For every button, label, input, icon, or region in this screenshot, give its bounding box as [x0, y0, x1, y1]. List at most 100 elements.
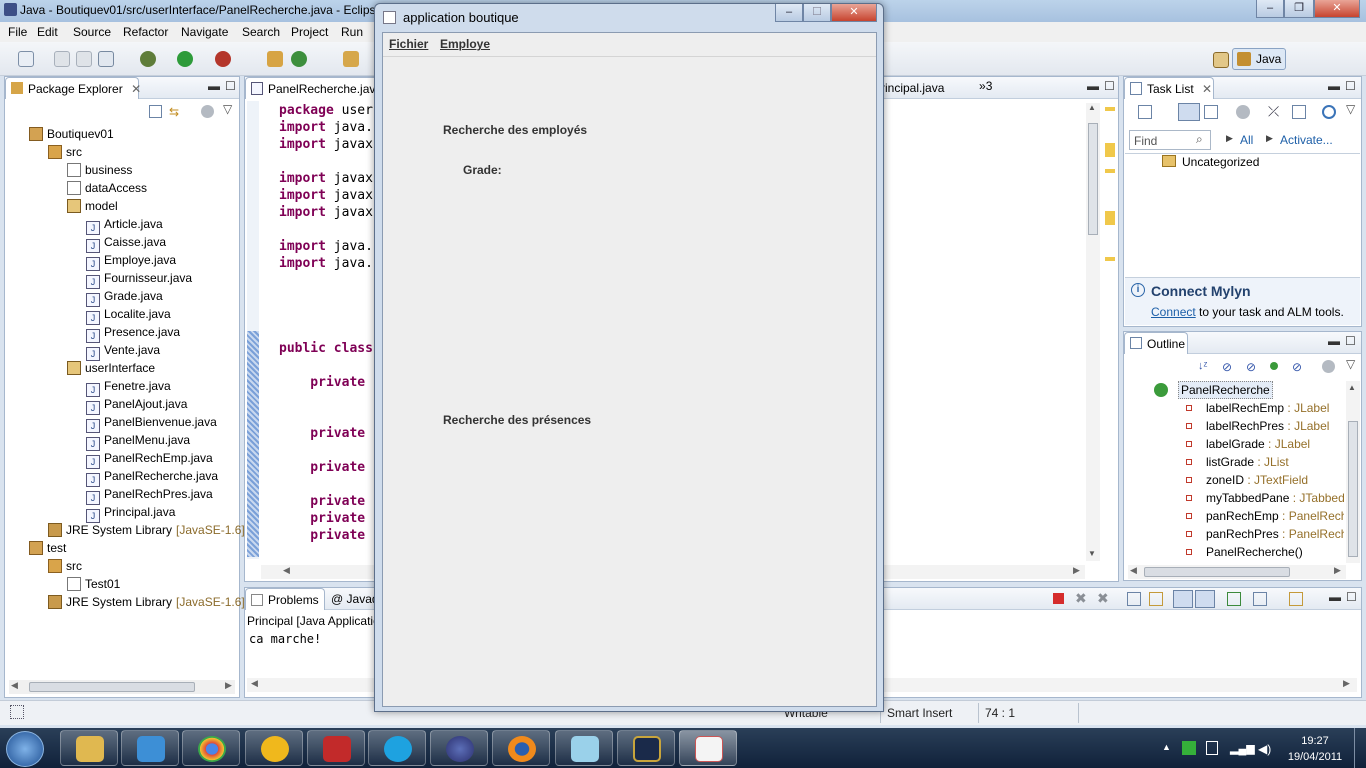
collapse-all-icon[interactable] [1292, 105, 1306, 119]
minimize-view-icon[interactable]: ▬ [208, 79, 220, 93]
tree-item[interactable]: J PanelBienvenue.java [5, 413, 237, 433]
volume-icon[interactable]: ◀) [1258, 742, 1271, 756]
tree-item[interactable]: J PanelRecherche.java [5, 467, 237, 487]
minimize-view-icon[interactable]: ▬ [1328, 334, 1340, 348]
tree-item[interactable]: J Article.java [5, 215, 237, 235]
taskbar-java-app[interactable] [679, 730, 737, 766]
new-class-icon[interactable] [291, 51, 307, 67]
horizontal-scrollbar[interactable]: ◀ ▶ [9, 680, 235, 694]
outline-member[interactable]: labelRechPres : JLabel [1174, 417, 1344, 435]
outline-horizontal-scrollbar[interactable]: ◀ ▶ [1128, 565, 1346, 579]
task-find-field[interactable]: Find ⌕ [1129, 130, 1211, 150]
tree-item[interactable]: J PanelMenu.java [5, 431, 237, 451]
tab-problems[interactable]: Problems [245, 588, 325, 610]
scroll-lock-icon[interactable] [1149, 592, 1163, 606]
new-icon[interactable] [18, 51, 34, 67]
tree-item[interactable]: model [5, 197, 237, 215]
synchronize-icon[interactable] [1322, 105, 1336, 119]
tree-item[interactable]: J Fournisseur.java [5, 269, 237, 289]
taskbar-media-player[interactable] [121, 730, 179, 766]
menu-edit[interactable]: Edit [37, 25, 58, 39]
maximize-view-icon[interactable]: ☐ [225, 79, 236, 93]
clock-date[interactable]: 19/04/2011 [1280, 751, 1350, 763]
tab-outline[interactable]: Outline [1124, 332, 1188, 354]
network-icon[interactable]: ▂▄▆ [1230, 742, 1255, 755]
remove-all-launches-icon[interactable]: ✖ [1097, 590, 1109, 607]
run-icon[interactable] [177, 51, 193, 67]
tab-principal[interactable]: rincipal.java [881, 81, 944, 95]
tree-item[interactable]: J Fenetre.java [5, 377, 237, 397]
close-tab-icon[interactable]: ✕ [1202, 82, 1212, 96]
scrollbar-thumb[interactable] [1348, 421, 1358, 557]
tree-item[interactable]: J Employe.java [5, 251, 237, 271]
menu-fichier[interactable]: Fichier [389, 37, 428, 51]
tree-item[interactable]: business [5, 161, 237, 179]
tree-item[interactable]: Boutiquev01 [5, 125, 237, 143]
view-menu-filters-icon[interactable] [201, 105, 214, 118]
more-tabs-button[interactable]: »3 [979, 79, 992, 93]
vertical-scrollbar[interactable]: ▲ ▼ [1086, 103, 1100, 561]
tree-item[interactable]: J Localite.java [5, 305, 237, 325]
outline-member[interactable]: panRechEmp : PanelRechE [1174, 507, 1344, 525]
tab-task-list[interactable]: Task List ✕ [1124, 77, 1214, 99]
minimize-editor-icon[interactable]: ▬ [1087, 79, 1099, 93]
hide-nonpublic-icon[interactable] [1270, 362, 1278, 370]
new-java-project-icon[interactable] [267, 51, 283, 67]
menu-refactor[interactable]: Refactor [123, 25, 168, 39]
dialog-minimize-button[interactable]: ‒ [775, 4, 803, 22]
sort-icon[interactable]: ↓ᶻ [1198, 360, 1207, 372]
show-desktop-button[interactable] [1354, 728, 1366, 768]
mylyn-connect-link[interactable]: Connect [1151, 305, 1196, 319]
pin-console-icon[interactable] [1227, 592, 1241, 606]
open-console-icon[interactable] [1289, 592, 1303, 606]
close-tab-icon[interactable]: ✕ [131, 82, 141, 96]
tree-item[interactable]: J Grade.java [5, 287, 237, 307]
code-area[interactable]: package user import java. import javax impo… [279, 102, 379, 544]
new-task-icon[interactable] [1138, 105, 1152, 119]
tree-item[interactable]: J Principal.java [5, 503, 237, 523]
maximize-view-icon[interactable]: ☐ [1345, 79, 1356, 93]
outline-vertical-scrollbar[interactable]: ▲ [1346, 381, 1360, 563]
tree-item[interactable]: J Caisse.java [5, 233, 237, 253]
menu-run[interactable]: Run [341, 25, 363, 39]
minimize-console-icon[interactable]: ▬ [1329, 590, 1341, 604]
link-with-editor-icon[interactable] [1322, 360, 1335, 373]
scheduled-icon[interactable] [1204, 105, 1218, 119]
tree-item[interactable]: J Vente.java [5, 341, 237, 361]
outline-member[interactable]: panRechPres : PanelRechP [1174, 525, 1344, 543]
task-category[interactable]: Uncategorized [1182, 155, 1259, 169]
display-console-icon[interactable] [1253, 592, 1267, 606]
remove-launch-icon[interactable]: ✖ [1075, 590, 1087, 607]
taskbar-chrome[interactable] [182, 730, 240, 766]
save-icon[interactable] [54, 51, 70, 67]
java-perspective-button[interactable]: Java [1232, 48, 1286, 70]
outline-member[interactable]: labelRechEmp : JLabel [1174, 399, 1344, 417]
maximize-editor-icon[interactable]: ☐ [1104, 79, 1115, 93]
view-menu-icon[interactable]: ▽ [1346, 102, 1355, 116]
taskbar-league[interactable] [617, 730, 675, 766]
hide-local-types-icon[interactable]: ⊘ [1292, 360, 1302, 374]
clear-console-icon[interactable] [1127, 592, 1141, 606]
taskbar-notes[interactable] [555, 730, 613, 766]
maximize-console-icon[interactable]: ☐ [1346, 590, 1357, 604]
show-console-on-output-icon[interactable] [1173, 590, 1193, 608]
tab-package-explorer[interactable]: Package Explorer ✕ [5, 77, 141, 99]
start-button[interactable] [6, 731, 44, 767]
view-menu-icon[interactable]: ▽ [223, 102, 232, 116]
tab-javadoc[interactable]: @ Javad [331, 592, 379, 606]
debug-icon[interactable] [140, 51, 156, 67]
taskbar-explorer[interactable] [60, 730, 118, 766]
taskbar-eclipse[interactable] [430, 730, 488, 766]
tree-item[interactable]: Test01 [5, 575, 237, 593]
scrollbar-thumb[interactable] [1088, 123, 1098, 235]
outline-member[interactable]: labelGrade : JLabel [1174, 435, 1344, 453]
activate-link[interactable]: Activate... [1280, 133, 1333, 147]
taskbar-firefox[interactable] [492, 730, 550, 766]
open-perspective-icon[interactable] [1213, 52, 1229, 68]
outline-member[interactable]: myTabbedPane : JTabbed [1174, 489, 1344, 507]
open-type-icon[interactable] [343, 51, 359, 67]
link-with-editor-icon[interactable]: ⇆ [169, 105, 183, 119]
dialog-close-button[interactable]: ✕ [831, 4, 877, 22]
tree-item[interactable]: test [5, 539, 237, 557]
action-center-icon[interactable] [1206, 741, 1218, 755]
